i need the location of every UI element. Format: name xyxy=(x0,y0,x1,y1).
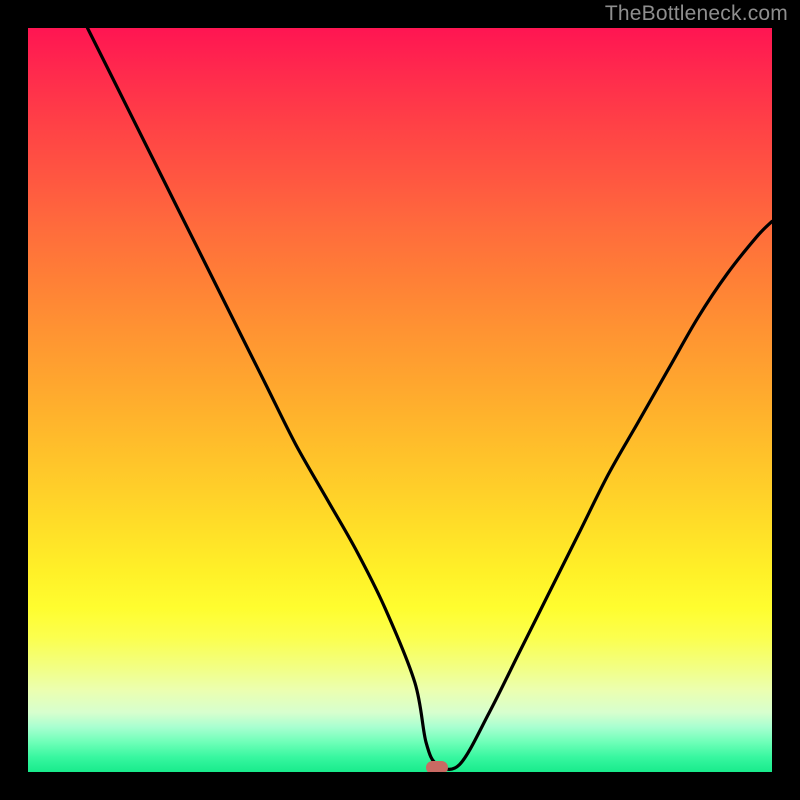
watermark-text: TheBottleneck.com xyxy=(605,2,788,26)
bottleneck-marker xyxy=(426,761,448,772)
curve-svg xyxy=(28,28,772,772)
bottleneck-curve-path xyxy=(88,28,773,769)
chart-frame: TheBottleneck.com xyxy=(0,0,800,800)
plot-area xyxy=(28,28,772,772)
